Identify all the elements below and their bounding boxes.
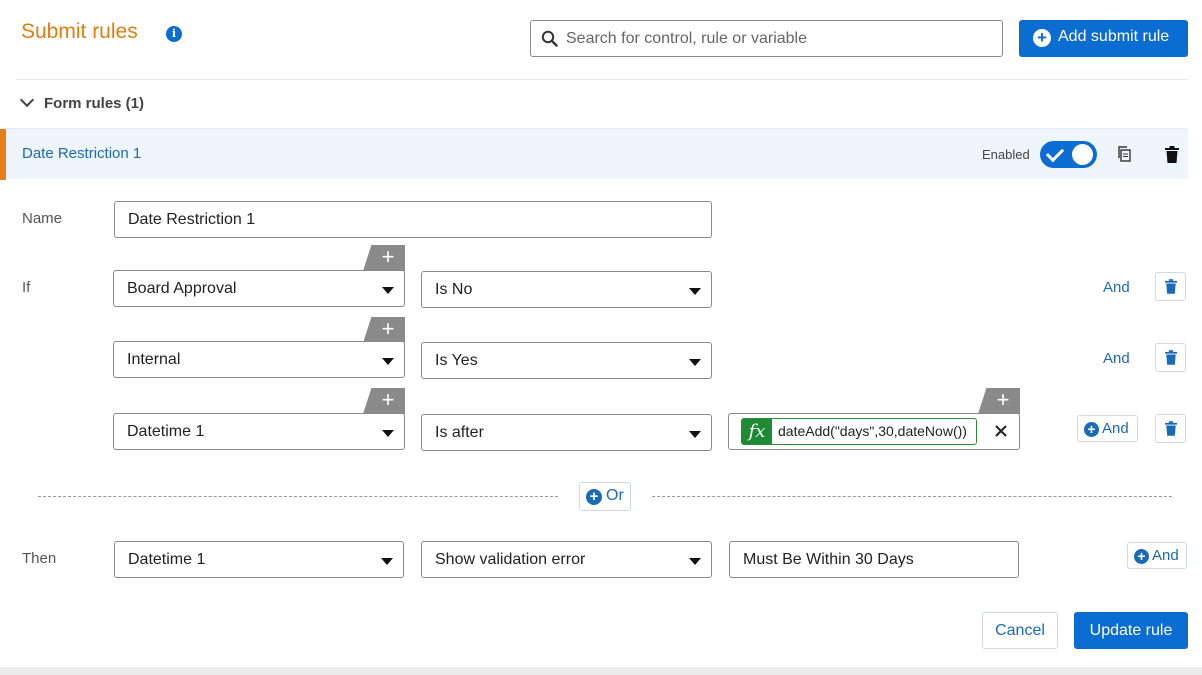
and-button-label: And — [1102, 420, 1129, 437]
if-label: If — [22, 279, 31, 296]
condition-operator-value: Is Yes — [435, 352, 478, 369]
form-rules-label: Form rules (1) — [44, 95, 145, 112]
condition-operator-value: Is No — [435, 281, 473, 298]
add-submit-rule-label: Add submit rule — [1058, 28, 1170, 45]
add-condition-tab[interactable]: + — [363, 388, 405, 414]
then-label: Then — [22, 550, 57, 567]
add-or-button[interactable]: + Or — [579, 482, 631, 511]
enabled-toggle[interactable] — [1040, 141, 1097, 168]
action-type-select[interactable]: Show validation error — [421, 541, 712, 578]
page-title: Submit rules — [21, 20, 138, 43]
update-rule-button[interactable]: Update rule — [1074, 612, 1188, 649]
condition-operator-value: Is after — [435, 424, 484, 441]
caret-down-icon — [689, 359, 701, 366]
plus-circle-icon: + — [586, 489, 602, 505]
or-button-label: Or — [606, 487, 624, 504]
caret-down-icon — [382, 287, 394, 294]
name-label: Name — [22, 210, 63, 227]
formula-chip[interactable]: fx dateAdd("days",30,dateNow()) — [741, 418, 977, 445]
condition-field-select[interactable]: Board Approval — [113, 270, 405, 307]
add-and-button[interactable]: + And — [1127, 542, 1187, 569]
add-and-button[interactable]: + And — [1077, 415, 1138, 442]
delete-condition-button[interactable] — [1155, 343, 1186, 372]
caret-down-icon — [382, 358, 394, 365]
search-icon — [541, 30, 558, 47]
delete-condition-button[interactable] — [1155, 414, 1186, 443]
add-value-tab[interactable]: + — [978, 388, 1020, 414]
condition-field-value: Board Approval — [127, 280, 237, 297]
or-divider-left — [38, 496, 558, 497]
condition-field-select[interactable]: Datetime 1 — [113, 413, 405, 450]
header-divider — [16, 79, 1188, 80]
toggle-knob — [1072, 144, 1093, 165]
info-icon[interactable]: i — [166, 26, 182, 42]
action-type-value: Show validation error — [435, 551, 586, 568]
close-icon[interactable] — [991, 421, 1011, 441]
rule-header[interactable]: Date Restriction 1 Enabled — [0, 128, 1188, 180]
condition-field-select[interactable]: Internal — [113, 341, 405, 378]
formula-expression: dateAdd("days",30,dateNow()) — [778, 423, 967, 439]
action-field-select[interactable]: Datetime 1 — [114, 541, 404, 578]
bottom-scroll-bar — [0, 667, 1202, 675]
add-submit-rule-button[interactable]: + Add submit rule — [1019, 20, 1188, 57]
condition-operator-select[interactable]: Is Yes — [421, 342, 712, 379]
form-rules-toggle[interactable]: Form rules (1) — [19, 92, 145, 112]
validation-message-input[interactable]: Must Be Within 30 Days — [729, 541, 1019, 578]
condition-operator-select[interactable]: Is No — [421, 271, 712, 308]
chevron-down-icon — [19, 92, 35, 108]
add-condition-tab[interactable]: + — [363, 245, 405, 271]
condition-field-value: Datetime 1 — [127, 423, 205, 440]
condition-field-value: Internal — [127, 351, 181, 368]
condition-operator-select[interactable]: Is after — [421, 414, 712, 451]
condition-value-input[interactable]: fx dateAdd("days",30,dateNow()) — [728, 413, 1020, 450]
plus-circle-icon: + — [1033, 29, 1051, 47]
trash-icon — [1165, 350, 1177, 365]
copy-icon[interactable] — [1117, 146, 1131, 162]
and-button-label: And — [1152, 547, 1179, 564]
plus-circle-icon: + — [1134, 549, 1149, 564]
or-divider-right — [652, 496, 1172, 497]
cancel-button[interactable]: Cancel — [982, 612, 1058, 649]
caret-down-icon — [689, 558, 701, 565]
trash-icon — [1165, 279, 1177, 294]
search-placeholder: Search for control, rule or variable — [566, 30, 807, 47]
rule-name-input[interactable]: Date Restriction 1 — [114, 201, 712, 238]
delete-condition-button[interactable] — [1155, 272, 1186, 301]
check-icon — [1045, 143, 1065, 163]
enabled-label: Enabled — [982, 147, 1030, 162]
trash-icon[interactable] — [1165, 146, 1179, 163]
plus-circle-icon: + — [1084, 422, 1099, 437]
caret-down-icon — [689, 288, 701, 295]
and-link[interactable]: And — [1103, 279, 1130, 296]
search-input[interactable]: Search for control, rule or variable — [530, 20, 1003, 57]
validation-message-value: Must Be Within 30 Days — [743, 551, 914, 568]
caret-down-icon — [382, 430, 394, 437]
trash-icon — [1165, 421, 1177, 436]
caret-down-icon — [689, 431, 701, 438]
add-condition-tab[interactable]: + — [363, 317, 405, 343]
fx-icon: fx — [742, 419, 772, 444]
and-link[interactable]: And — [1103, 350, 1130, 367]
action-field-value: Datetime 1 — [128, 551, 206, 568]
rule-name-value: Date Restriction 1 — [128, 211, 256, 228]
caret-down-icon — [381, 558, 393, 565]
rule-accent-bar — [0, 129, 6, 180]
rule-title: Date Restriction 1 — [22, 145, 142, 162]
